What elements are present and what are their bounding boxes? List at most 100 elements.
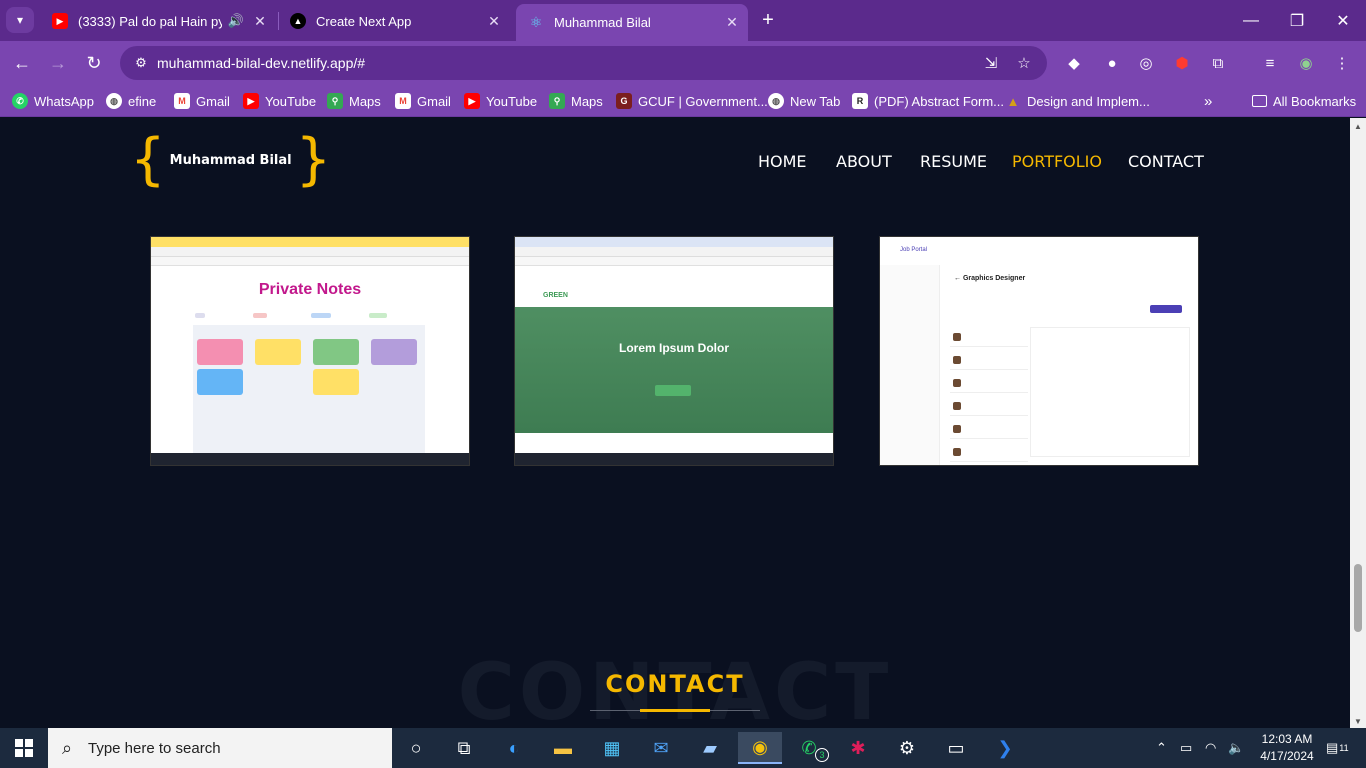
close-tab-icon[interactable]: ✕ — [250, 11, 270, 31]
tab-title: Muhammad Bilal — [554, 15, 651, 30]
minimize-button[interactable]: — — [1228, 0, 1274, 41]
section-divider-accent — [640, 709, 710, 712]
close-tab-icon[interactable]: ✕ — [722, 13, 742, 33]
site-logo[interactable]: { Muhammad Bilal } — [130, 130, 331, 190]
whatsapp-icon: ✆ — [12, 93, 28, 109]
install-app-icon[interactable]: ⇲ — [980, 52, 1002, 74]
taskbar-search[interactable]: ⌕ Type here to search — [48, 728, 392, 768]
forward-button[interactable]: → — [44, 49, 72, 77]
extension-person-icon[interactable]: ● — [1100, 51, 1124, 75]
cortana-icon[interactable]: ○ — [394, 732, 438, 764]
chrome-icon[interactable]: ◉ — [738, 732, 782, 764]
clock-date: 4/17/2024 — [1260, 749, 1314, 763]
file-explorer-icon[interactable]: ▬ — [541, 732, 585, 764]
close-window-button[interactable]: ✕ — [1320, 0, 1366, 41]
task-view-icon[interactable]: ⧉ — [442, 732, 486, 764]
bookmark-maps-2[interactable]: ⚲ Maps — [549, 91, 603, 111]
back-button[interactable]: ← — [8, 49, 36, 77]
bookmarks-bar: ✆ WhatsApp ◍ efine M Gmail ▶ YouTube ⚲ Maps M… — [0, 85, 1366, 117]
chrome-menu-icon[interactable]: ⋮ — [1330, 51, 1354, 75]
bookmark-gmail-2[interactable]: M Gmail — [395, 91, 451, 111]
settings-gear-icon[interactable]: ⚙ — [885, 732, 929, 764]
applicant-row — [950, 398, 1028, 416]
bookmark-gmail[interactable]: M Gmail — [174, 91, 230, 111]
speaker-icon[interactable]: 🔊 — [228, 13, 244, 29]
bookmark-star-icon[interactable]: ☆ — [1013, 52, 1035, 74]
address-bar[interactable]: ⚙ muhammad-bilal-dev.netlify.app/# ⇲ ☆ — [120, 46, 1047, 80]
media-control-icon[interactable]: ≡ — [1258, 51, 1282, 75]
logo-brace-right: } — [295, 127, 332, 192]
new-tab-button[interactable]: + — [756, 8, 780, 32]
vscode-icon[interactable]: ❯ — [983, 732, 1027, 764]
more-bookmarks-chevron-icon[interactable]: » — [1204, 91, 1212, 111]
tab-youtube[interactable]: ▶ (3333) Pal do pal Hain pyar 🔊 ✕ — [40, 6, 276, 36]
card-screenshot-title: Lorem Ipsum Dolor — [618, 341, 729, 355]
tab-search-button[interactable]: ▾ — [6, 7, 34, 33]
researchgate-icon: R — [852, 93, 868, 109]
all-bookmarks-button[interactable]: All Bookmarks — [1252, 91, 1356, 111]
volume-icon[interactable]: 🔈 — [1228, 728, 1244, 768]
gmail-icon: M — [395, 93, 411, 109]
scrollbar-thumb[interactable] — [1354, 564, 1362, 632]
url-text[interactable]: muhammad-bilal-dev.netlify.app/# — [157, 55, 365, 71]
wifi-icon[interactable]: ◠ — [1205, 728, 1216, 768]
page-scrollbar[interactable]: ▲ ▼ — [1350, 118, 1366, 728]
note-card — [197, 369, 243, 395]
tab-create-next-app[interactable]: ▲ Create Next App ✕ — [278, 6, 510, 36]
extension-shield-icon[interactable]: ⬢ — [1170, 51, 1194, 75]
card-screenshot-title: Private Notes — [258, 281, 362, 298]
scroll-up-icon[interactable]: ▲ — [1354, 122, 1362, 131]
bookmark-youtube[interactable]: ▶ YouTube — [243, 91, 316, 111]
bookmark-new-tab[interactable]: ◍ New Tab — [768, 91, 840, 111]
nav-about[interactable]: ABOUT — [836, 152, 892, 171]
note-card — [313, 369, 359, 395]
app-icon[interactable]: ▰ — [688, 732, 732, 764]
site-info-icon[interactable]: ⚙ — [128, 51, 154, 75]
taskbar-clock[interactable]: 12:03 AM 4/17/2024 — [1252, 731, 1322, 765]
tab-muhammad-bilal[interactable]: ⚛ Muhammad Bilal ✕ — [516, 4, 748, 41]
bookmark-design-implem[interactable]: ▲ Design and Implem... — [1005, 91, 1150, 111]
microsoft-store-icon[interactable]: ▦ — [590, 732, 634, 764]
extensions-puzzle-icon[interactable]: ⧉ — [1206, 51, 1230, 75]
nav-contact[interactable]: CONTACT — [1128, 152, 1204, 171]
bookmark-pdf-abstract[interactable]: R (PDF) Abstract Form... — [852, 91, 1004, 111]
card-browser-tabbar — [515, 237, 833, 247]
logo-name: Muhammad Bilal — [169, 152, 292, 168]
bookmark-efine[interactable]: ◍ efine — [106, 91, 156, 111]
bookmark-maps[interactable]: ⚲ Maps — [327, 91, 381, 111]
nav-resume[interactable]: RESUME — [920, 152, 987, 171]
extension-target-icon[interactable]: ◎ — [1134, 51, 1158, 75]
edge-icon[interactable]: ◐ — [492, 732, 536, 764]
card-screenshot-sidebar — [880, 265, 940, 465]
globe-icon: ◍ — [106, 93, 122, 109]
whatsapp-icon[interactable]: ✆ 3 — [787, 732, 831, 764]
portfolio-card-job-portal[interactable]: Job Portal ← Graphics Designer — [879, 236, 1199, 466]
terminal-icon[interactable]: ▭ — [934, 732, 978, 764]
column-header — [195, 313, 205, 318]
note-card — [313, 339, 359, 365]
avatar — [953, 425, 961, 433]
slack-icon[interactable]: ✱ — [836, 732, 880, 764]
note-card — [371, 339, 417, 365]
scroll-down-icon[interactable]: ▼ — [1354, 717, 1362, 726]
extension-cube-icon[interactable]: ◆ — [1062, 51, 1086, 75]
portfolio-card-private-notes[interactable]: Private Notes — [150, 236, 470, 466]
nav-portfolio[interactable]: PORTFOLIO — [1012, 152, 1102, 171]
profile-avatar[interactable]: ◉ — [1294, 51, 1318, 75]
bookmark-whatsapp[interactable]: ✆ WhatsApp — [12, 91, 94, 111]
avatar — [953, 448, 961, 456]
portfolio-card-green[interactable]: GREEN Lorem Ipsum Dolor — [514, 236, 834, 466]
applicant-row — [950, 375, 1028, 393]
close-tab-icon[interactable]: ✕ — [484, 11, 504, 31]
column-header — [253, 313, 267, 318]
bookmark-gcuf[interactable]: G GCUF | Government... — [616, 91, 768, 111]
nav-home[interactable]: HOME — [758, 152, 807, 171]
show-hidden-icons[interactable]: ⌃ — [1156, 728, 1167, 768]
notification-center[interactable]: ▤ 11 — [1326, 728, 1349, 768]
restore-button[interactable]: ❐ — [1274, 0, 1320, 41]
bookmark-youtube-2[interactable]: ▶ YouTube — [464, 91, 537, 111]
reload-button[interactable]: ↻ — [80, 49, 108, 77]
battery-icon[interactable]: ▭ — [1180, 728, 1192, 768]
mail-icon[interactable]: ✉ — [639, 732, 683, 764]
windows-start-button[interactable] — [0, 728, 48, 768]
